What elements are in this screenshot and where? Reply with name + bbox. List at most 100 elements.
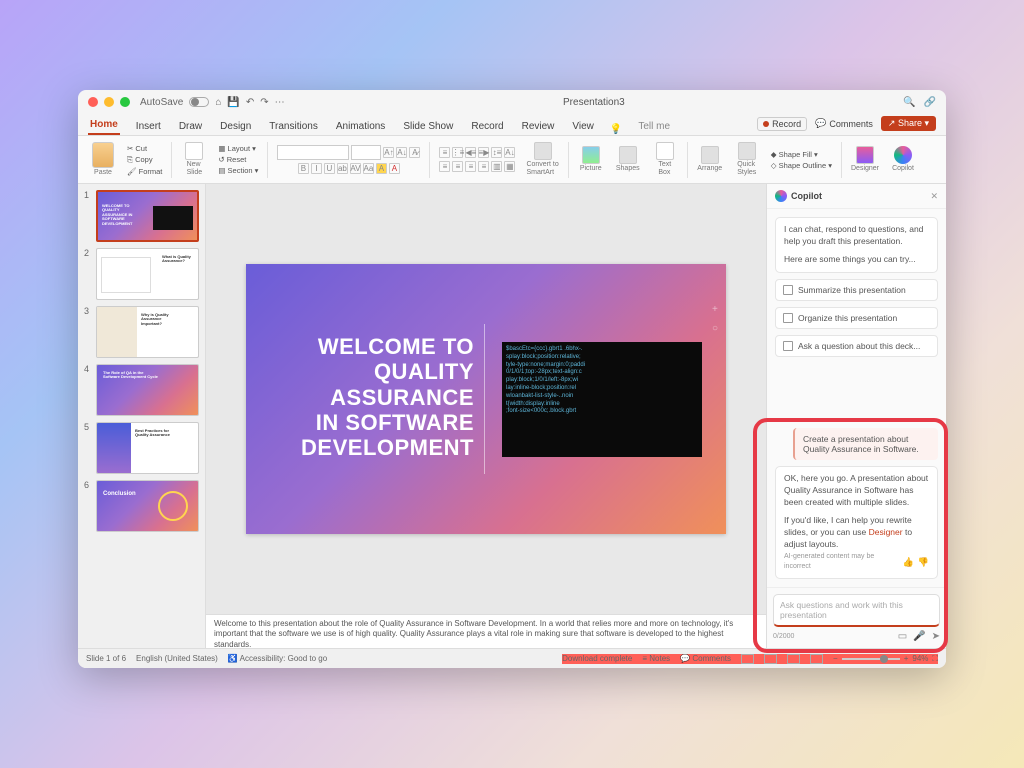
justify-icon[interactable]: ≡ xyxy=(478,161,489,172)
slideshow-view-icon[interactable] xyxy=(810,654,823,664)
speaker-notes[interactable]: Welcome to this presentation about the r… xyxy=(206,614,766,648)
current-slide[interactable]: WELCOME TO QUALITY ASSURANCE IN SOFTWARE… xyxy=(246,264,726,534)
zoom-in-icon[interactable]: + xyxy=(904,654,909,663)
comments-status-button[interactable]: 💬 Comments xyxy=(680,654,731,663)
tab-home[interactable]: Home xyxy=(88,116,120,135)
close-panel-icon[interactable]: ✕ xyxy=(930,191,938,202)
numbers-icon[interactable]: ⋮≡ xyxy=(452,147,463,158)
text-dir-icon[interactable]: A↓ xyxy=(504,147,515,158)
smartart-button[interactable]: Convert to SmartArt xyxy=(522,138,562,181)
align-right-icon[interactable]: ≡ xyxy=(465,161,476,172)
share-button[interactable]: ↗ Share ▾ xyxy=(881,116,936,131)
shapes-button[interactable]: Shapes xyxy=(611,138,645,181)
tell-me[interactable]: Tell me xyxy=(636,118,672,135)
increase-font-icon[interactable]: A↑ xyxy=(383,147,394,158)
new-slide-button[interactable]: New Slide xyxy=(177,138,211,181)
zoom-out-icon[interactable]: − xyxy=(833,654,838,663)
language-status[interactable]: English (United States) xyxy=(136,654,218,663)
mic-icon[interactable]: 🎤 xyxy=(913,631,925,642)
case-icon[interactable]: Aa xyxy=(363,163,374,174)
designer-button[interactable]: Designer xyxy=(847,138,883,181)
align-left-icon[interactable]: ≡ xyxy=(439,161,450,172)
thumbnail-2[interactable]: 2What is Quality Assurance? xyxy=(84,248,199,300)
thumbnail-5[interactable]: 5Best Practices for Quality Assurance xyxy=(84,422,199,474)
suggestion-ask[interactable]: Ask a question about this deck... xyxy=(775,335,938,357)
undo-icon[interactable]: ↶ xyxy=(246,97,254,108)
fit-icon[interactable]: ⛶ xyxy=(932,654,938,664)
suggestion-summarize[interactable]: Summarize this presentation xyxy=(775,279,938,301)
cut-button[interactable]: ✂ Cut xyxy=(127,144,147,153)
sorter-view-icon[interactable] xyxy=(764,654,777,664)
reset-button[interactable]: ↺ Reset xyxy=(218,155,246,164)
reading-view-icon[interactable] xyxy=(787,654,800,664)
strike-icon[interactable]: ab xyxy=(337,163,348,174)
shape-fill-button[interactable]: ◆ Shape Fill ▾ xyxy=(771,150,818,159)
maximize-icon[interactable] xyxy=(120,97,130,107)
thumbnail-3[interactable]: 3Why is Quality Assurance Important? xyxy=(84,306,199,358)
font-color-icon[interactable]: A xyxy=(389,163,400,174)
spacing-icon[interactable]: AV xyxy=(350,163,361,174)
columns-icon[interactable]: ▥ xyxy=(491,161,502,172)
quick-styles-button[interactable]: Quick Styles xyxy=(730,138,764,181)
paste-button[interactable]: Paste xyxy=(86,138,120,181)
indent-more-icon[interactable]: ≡▶ xyxy=(478,147,489,158)
more-icon[interactable]: ⋯ xyxy=(275,97,285,108)
font-selector[interactable] xyxy=(277,145,349,160)
underline-icon[interactable]: U xyxy=(324,163,335,174)
tab-animations[interactable]: Animations xyxy=(334,118,387,135)
send-icon[interactable]: ➤ xyxy=(932,631,940,642)
copy-button[interactable]: ⎘ Copy xyxy=(127,155,153,165)
textbox-button[interactable]: Text Box xyxy=(648,138,682,181)
clear-format-icon[interactable]: A̷ xyxy=(409,147,420,158)
highlight-icon[interactable]: A xyxy=(376,163,387,174)
comments-button[interactable]: 💬 Comments xyxy=(815,118,873,129)
book-icon[interactable]: ▭ xyxy=(898,631,907,642)
bold-icon[interactable]: B xyxy=(298,163,309,174)
align-text-icon[interactable]: ▦ xyxy=(504,161,515,172)
tab-view[interactable]: View xyxy=(570,118,596,135)
shape-outline-button[interactable]: ◇ Shape Outline ▾ xyxy=(771,161,832,170)
tab-transitions[interactable]: Transitions xyxy=(267,118,320,135)
thumbnail-1[interactable]: 1WELCOME TO QUALITY ASSURANCE IN SOFTWAR… xyxy=(84,190,199,242)
notes-button[interactable]: ≡ Notes xyxy=(642,654,670,663)
zoom-slider[interactable] xyxy=(842,658,900,660)
autosave-toggle[interactable] xyxy=(189,97,209,107)
bullets-icon[interactable]: ≡ xyxy=(439,147,450,158)
thumbs-up-icon[interactable]: 👍 xyxy=(903,556,914,569)
line-space-icon[interactable]: ↕≡ xyxy=(491,147,502,158)
designer-link[interactable]: Designer xyxy=(869,527,903,537)
align-center-icon[interactable]: ≡ xyxy=(452,161,463,172)
tab-insert[interactable]: Insert xyxy=(134,118,163,135)
suggestion-organize[interactable]: Organize this presentation xyxy=(775,307,938,329)
tab-review[interactable]: Review xyxy=(520,118,557,135)
font-size[interactable] xyxy=(351,145,381,160)
indent-less-icon[interactable]: ◀≡ xyxy=(465,147,476,158)
link-icon[interactable]: 🔗 xyxy=(924,97,936,108)
decrease-font-icon[interactable]: A↓ xyxy=(396,147,407,158)
normal-view-icon[interactable] xyxy=(741,654,754,664)
tab-draw[interactable]: Draw xyxy=(177,118,204,135)
picture-button[interactable]: Picture xyxy=(574,138,608,181)
italic-icon[interactable]: I xyxy=(311,163,322,174)
close-icon[interactable] xyxy=(88,97,98,107)
format-painter-button[interactable]: 🖌 Format xyxy=(127,167,162,176)
layout-button[interactable]: ▦ Layout ▾ xyxy=(218,144,256,153)
record-button[interactable]: Record xyxy=(757,117,807,131)
redo-icon[interactable]: ↷ xyxy=(260,97,268,108)
tab-slideshow[interactable]: Slide Show xyxy=(401,118,455,135)
minimize-icon[interactable] xyxy=(104,97,114,107)
accessibility-status[interactable]: ♿ Accessibility: Good to go xyxy=(228,654,327,663)
tab-record[interactable]: Record xyxy=(469,118,505,135)
home-icon[interactable]: ⌂ xyxy=(215,97,221,108)
save-icon[interactable]: 💾 xyxy=(227,97,239,108)
search-icon[interactable]: 🔍 xyxy=(903,97,915,108)
zoom-level[interactable]: 94% xyxy=(912,654,928,663)
tab-design[interactable]: Design xyxy=(218,118,253,135)
arrange-button[interactable]: Arrange xyxy=(693,138,727,181)
copilot-ribbon-button[interactable]: Copilot xyxy=(886,138,920,181)
thumbs-down-icon[interactable]: 👎 xyxy=(918,556,929,569)
section-button[interactable]: ▤ Section ▾ xyxy=(218,166,258,175)
thumbnail-6[interactable]: 6Conclusion xyxy=(84,480,199,532)
thumbnail-4[interactable]: 4The Role of QA in the Software Developm… xyxy=(84,364,199,416)
copilot-input[interactable]: Ask questions and work with this present… xyxy=(773,594,940,627)
